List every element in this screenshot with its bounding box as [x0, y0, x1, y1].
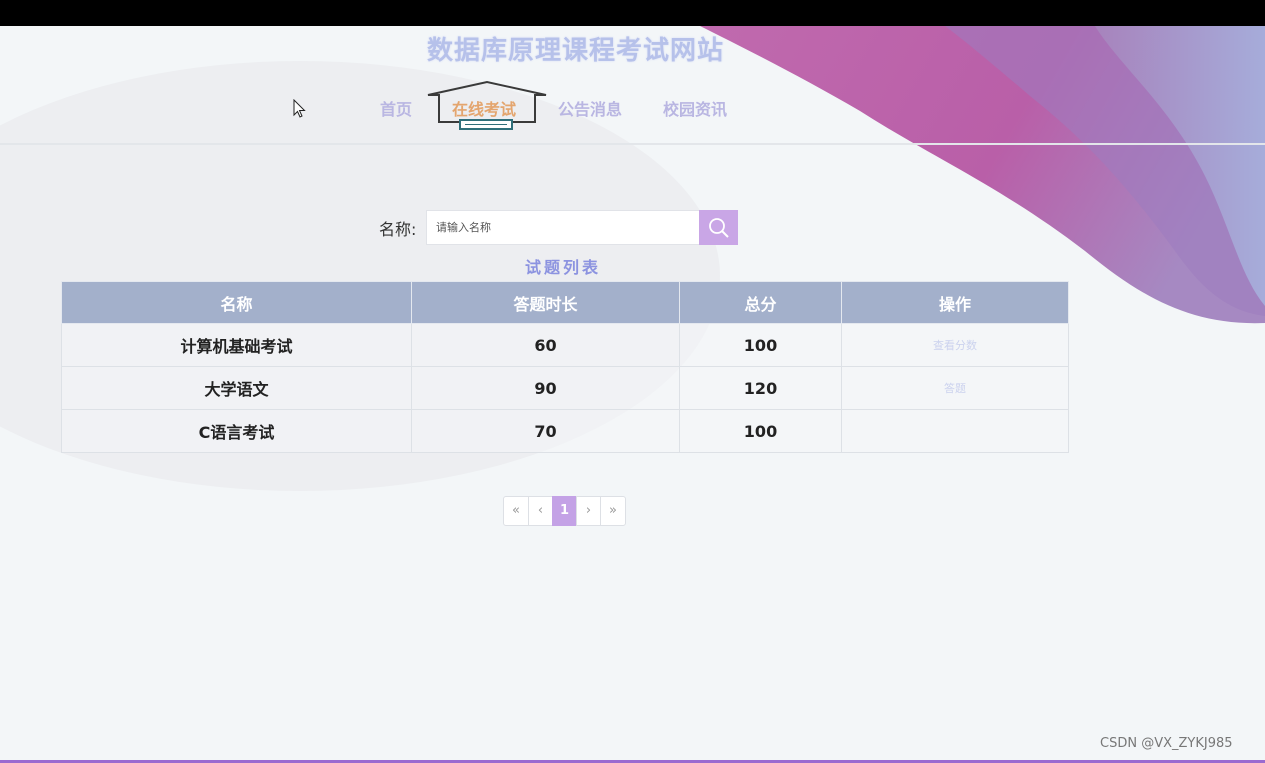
view-score-link[interactable]: 查看分数 [841, 323, 1069, 367]
nav-item-campus-news[interactable]: 校园资讯 [663, 96, 727, 120]
answer-link[interactable]: 答题 [841, 366, 1069, 410]
search-label: 名称: [379, 220, 417, 239]
site-title: 数据库原理课程考试网站 [427, 36, 725, 66]
nav-item-home[interactable]: 首页 [380, 96, 412, 120]
search-button[interactable] [699, 210, 738, 245]
nav-item-announcements[interactable]: 公告消息 [558, 96, 622, 120]
mouse-cursor-icon [293, 99, 306, 118]
first-page-button[interactable]: « [503, 496, 529, 526]
background-wave-main [700, 26, 1265, 324]
exam-name-cell: 计算机基础考试 [61, 323, 412, 367]
watermark: CSDN @VX_ZYKJ985 [1100, 736, 1233, 751]
exam-name-cell: 大学语文 [61, 366, 412, 410]
search-input[interactable] [426, 210, 700, 245]
top-black-bar [0, 0, 1265, 26]
table-row: C语言考试 70 100 [61, 409, 1069, 453]
action-cell-empty [841, 409, 1069, 453]
search-icon [709, 218, 729, 238]
header-divider [0, 143, 1265, 145]
exam-score-cell: 100 [679, 323, 842, 367]
nav-item-online-exam[interactable]: 在线考试 [452, 96, 516, 120]
current-page-button[interactable]: 1 [552, 496, 577, 526]
exam-score-cell: 100 [679, 409, 842, 453]
exam-table: 名称 答题时长 总分 操作 计算机基础考试 60 100 查看分数 大学语文 9… [61, 281, 1069, 453]
column-header-name: 名称 [61, 281, 412, 324]
next-page-button[interactable]: › [576, 496, 601, 526]
prev-page-button[interactable]: ‹ [528, 496, 553, 526]
exam-duration-cell: 60 [411, 323, 680, 367]
table-row: 计算机基础考试 60 100 查看分数 [61, 323, 1069, 367]
column-header-action: 操作 [841, 281, 1069, 324]
background-wave-right [1095, 26, 1265, 306]
table-header-row: 名称 答题时长 总分 操作 [61, 281, 1069, 324]
table-row: 大学语文 90 120 答题 [61, 366, 1069, 410]
column-header-score: 总分 [679, 281, 842, 324]
list-title: 试题列表 [524, 258, 601, 277]
background-wave-mid [945, 26, 1265, 316]
exam-name-cell: C语言考试 [61, 409, 412, 453]
last-page-button[interactable]: » [600, 496, 626, 526]
exam-duration-cell: 70 [411, 409, 680, 453]
column-header-duration: 答题时长 [411, 281, 680, 324]
exam-score-cell: 120 [679, 366, 842, 410]
pagination: « ‹ 1 › » [503, 496, 626, 526]
exam-duration-cell: 90 [411, 366, 680, 410]
